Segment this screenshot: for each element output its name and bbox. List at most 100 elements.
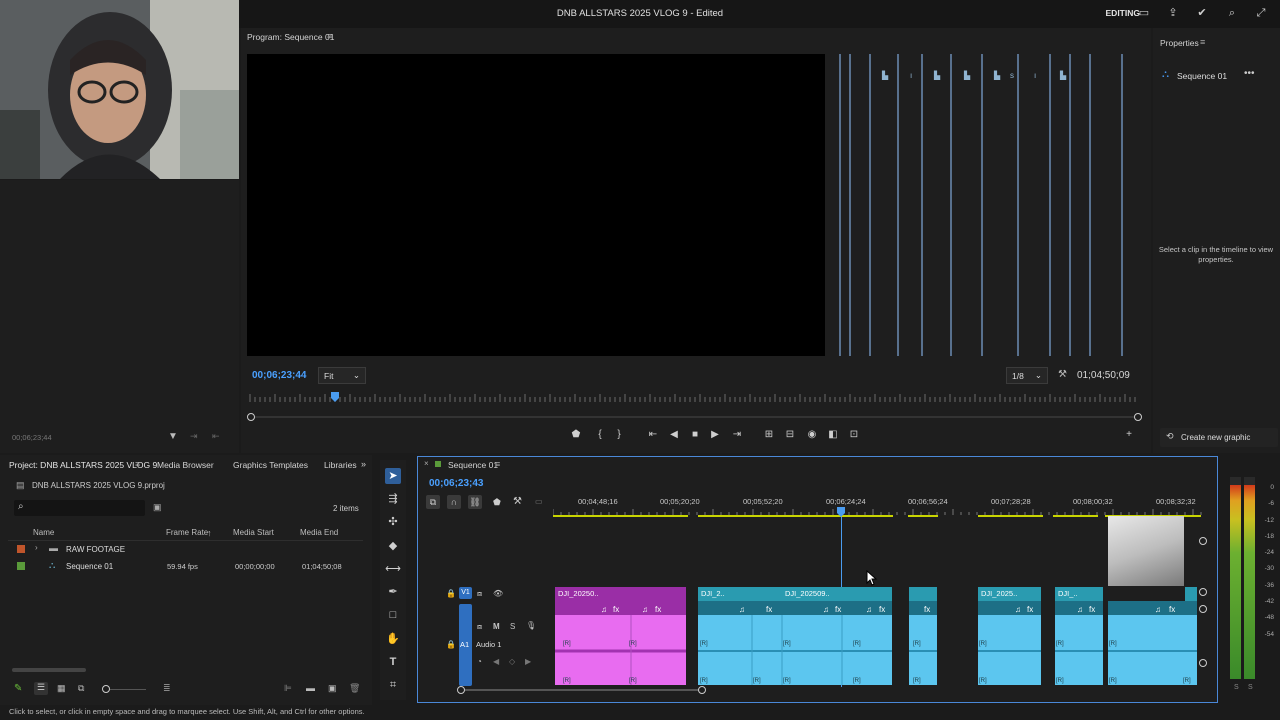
ripple-edit-tool-icon[interactable]: ✣ (385, 514, 401, 530)
new-bin-from-search-icon[interactable]: ▣ (153, 502, 162, 513)
export-frame-icon[interactable]: ◉ (804, 428, 820, 442)
new-item-icon[interactable]: ▣ (328, 683, 337, 694)
check-icon[interactable]: ✔ (1195, 6, 1209, 20)
more-tabs-icon[interactable]: » (361, 459, 366, 469)
project-horizontal-scrollbar[interactable] (12, 668, 86, 672)
tab-graphics-templates[interactable]: Graphics Templates (233, 460, 308, 470)
timeline-tab[interactable]: Sequence 01 (448, 460, 498, 470)
track-target-a1[interactable]: A1 (460, 640, 469, 649)
program-video-frame[interactable] (247, 54, 825, 356)
zoom-slider-track[interactable] (110, 689, 146, 690)
icon-view-icon[interactable]: ▦ (57, 683, 66, 694)
solo-button[interactable]: S (510, 622, 515, 631)
add-marker-icon[interactable]: ⬟ (568, 428, 584, 442)
timeline-scroll-left-handle[interactable] (457, 686, 465, 694)
selection-tool-icon[interactable]: ➤ (385, 468, 401, 484)
auto-reframe-tool-icon[interactable]: ⌗ (385, 677, 401, 693)
video-clip[interactable]: DJI_20250.. (555, 587, 686, 601)
scrollbar-right-handle[interactable] (1134, 413, 1142, 421)
new-bin-icon[interactable]: ▬ (306, 683, 315, 693)
wrench-icon[interactable]: ⚒ (1058, 369, 1067, 380)
overwrite-icon[interactable]: ⇤ (212, 431, 220, 442)
chevron-right-icon[interactable]: › (35, 543, 38, 552)
multi-camera-icon[interactable]: ⊡ (846, 428, 862, 442)
column-name[interactable]: Name (33, 528, 54, 537)
video-clip[interactable]: DJI_202509.. (782, 587, 842, 601)
video-clip[interactable] (752, 587, 782, 601)
solo-left-button[interactable]: S (1234, 684, 1239, 691)
column-media-end[interactable]: Media End (300, 528, 338, 537)
mark-in-icon[interactable]: { (592, 428, 608, 442)
track-target-v1[interactable]: V1 (459, 587, 472, 599)
project-menu-icon[interactable]: ≡ (135, 459, 140, 469)
filter-icon[interactable]: ▼ (168, 431, 178, 442)
clip-thumbnail[interactable] (1108, 516, 1184, 586)
lock-icon[interactable]: 🔒 (446, 640, 456, 649)
program-time-ruler[interactable] (248, 392, 1141, 404)
prev-keyframe-icon[interactable]: ◀ (493, 657, 499, 666)
trash-icon[interactable]: 🗑 (349, 683, 360, 694)
column-frame-rate[interactable]: Frame Rate (166, 528, 208, 537)
captions-icon[interactable]: ▭ (535, 497, 543, 506)
stop-icon[interactable]: ■ (687, 428, 703, 442)
playback-resolution-select[interactable]: 1/8 ⌄ (1006, 367, 1048, 384)
razor-tool-icon[interactable]: ◆ (385, 538, 401, 554)
add-keyframe-icon[interactable]: ◇ (509, 657, 515, 666)
list-item[interactable]: › ▬ RAW FOOTAGE (0, 541, 372, 558)
audio-clips[interactable]: ♫ fx ♫ fx ♫ fx ♫ fx ♫ fx fx ♫ fx ♫ fx ♫ fx [R] [R] [R]… (553, 601, 1203, 687)
timeline-time-ruler[interactable] (553, 507, 1203, 519)
solo-right-button[interactable]: S (1248, 684, 1253, 691)
project-search-input[interactable]: ⌕ (14, 500, 145, 516)
program-menu-icon[interactable]: ≡ (327, 31, 332, 41)
list-view-icon[interactable]: ☰ (34, 682, 48, 695)
slip-tool-icon[interactable]: ⟷ (385, 561, 401, 577)
video-clip[interactable]: DJI_2025.. (978, 587, 1041, 601)
step-back-icon[interactable]: ◀ (666, 428, 682, 442)
volume-icon[interactable]: ◔ (477, 657, 482, 666)
eye-icon[interactable]: 👁 (493, 589, 503, 598)
sync-lock-icon[interactable]: ⧈ (477, 622, 482, 632)
automate-icon[interactable]: ⊫ (284, 683, 292, 694)
timeline-settings-icon[interactable]: ⚒ (513, 496, 522, 507)
properties-title[interactable]: Properties (1160, 38, 1199, 48)
vertical-scroll-handle[interactable] (1199, 537, 1207, 545)
create-graphic-button[interactable]: ⟲ Create new graphic (1160, 428, 1278, 447)
step-forward-icon[interactable]: ▶ (707, 428, 723, 442)
extract-icon[interactable]: ⊟ (782, 428, 798, 442)
mark-out-icon[interactable]: } (611, 428, 627, 442)
zoom-slider-handle[interactable] (102, 685, 110, 693)
timeline-horizontal-scrollbar[interactable] (465, 689, 701, 691)
go-to-out-icon[interactable]: ⇥ (729, 428, 745, 442)
list-item[interactable]: ⛬ Sequence 01 59.94 fps 00;00;00;00 01;0… (0, 558, 372, 575)
program-playhead[interactable] (331, 392, 339, 402)
lift-icon[interactable]: ⊞ (761, 428, 777, 442)
video-clip[interactable] (842, 587, 892, 601)
timeline-scroll-right-handle[interactable] (698, 686, 706, 694)
workspace-panel-icon[interactable]: ▭ (1137, 6, 1151, 20)
snap-icon[interactable]: ∩ (447, 495, 461, 509)
rectangle-tool-icon[interactable]: □ (385, 607, 401, 623)
sync-lock-icon[interactable]: ⧈ (477, 589, 482, 599)
program-current-timecode[interactable]: 00;06;23;44 (252, 370, 306, 381)
scrollbar-left-handle[interactable] (247, 413, 255, 421)
share-icon[interactable]: ⇪ (1166, 6, 1180, 20)
pencil-icon[interactable]: ✎ (14, 683, 22, 694)
program-monitor-title[interactable]: Program: Sequence 01 (247, 32, 334, 42)
vertical-scroll-handle[interactable] (1199, 588, 1207, 596)
microphone-icon[interactable]: 🎙 (526, 621, 536, 630)
sort-ascending-icon[interactable]: ↑ (207, 528, 212, 538)
video-clip[interactable]: DJI_.. (1055, 587, 1103, 601)
comparison-view-icon[interactable]: ◧ (825, 428, 841, 442)
search-icon[interactable]: ⌕ (1225, 6, 1239, 20)
program-zoom-scrollbar[interactable] (251, 416, 1138, 418)
video-clip[interactable] (1185, 587, 1197, 601)
properties-menu-icon[interactable]: ≡ (1200, 37, 1205, 47)
timeline-menu-icon[interactable]: ≡ (495, 459, 500, 469)
more-options-icon[interactable]: ••• (1244, 68, 1255, 79)
next-keyframe-icon[interactable]: ▶ (525, 657, 531, 666)
workspace-label[interactable]: EDITING (1106, 8, 1140, 18)
nest-toggle-icon[interactable]: ⧉ (426, 495, 440, 509)
pen-tool-icon[interactable]: ✒ (385, 584, 401, 600)
sort-icons-icon[interactable]: ≣ (163, 683, 171, 694)
tab-media-browser[interactable]: Media Browser (157, 460, 214, 470)
